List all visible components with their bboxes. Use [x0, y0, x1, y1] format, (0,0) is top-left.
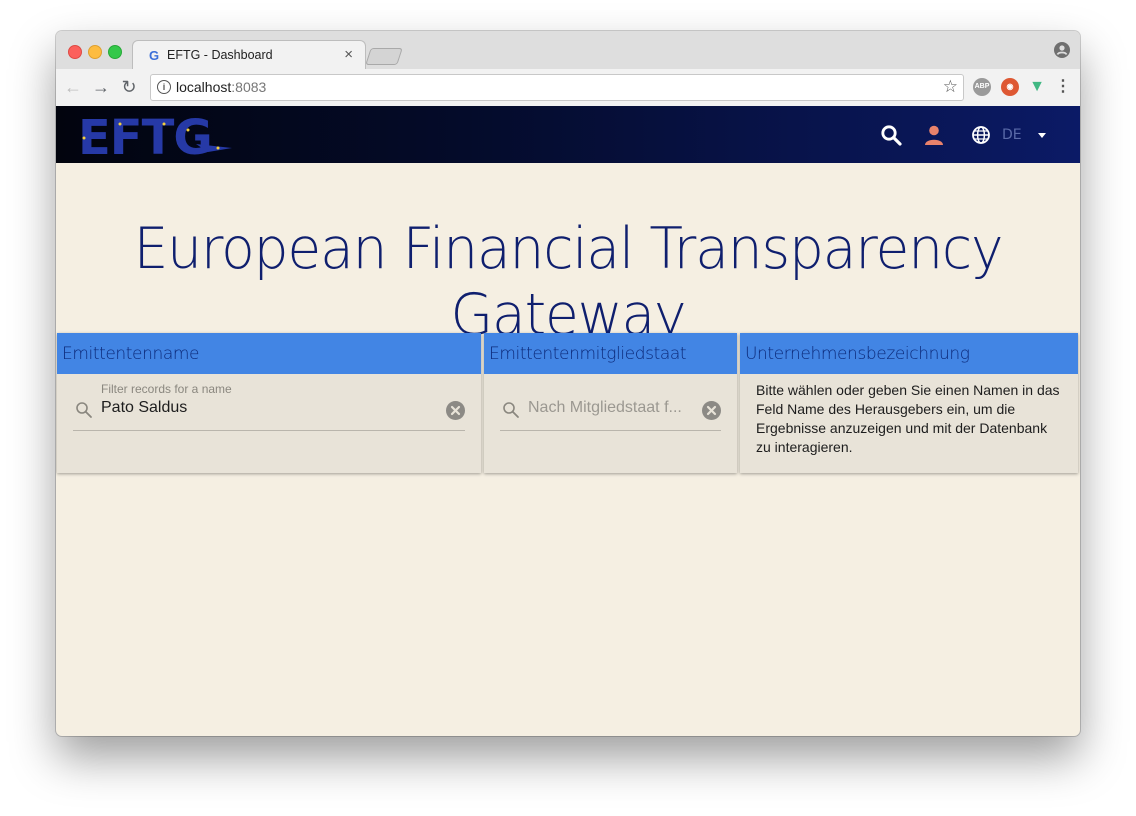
forward-arrow-icon[interactable]: → — [92, 78, 110, 96]
chevron-down-icon[interactable] — [1038, 133, 1046, 138]
browser-toolbar: ← → ↻ i localhost:8083 ☆ ABP ◉ ▼ ⋮ — [56, 69, 1080, 107]
close-window-button[interactable] — [68, 45, 82, 59]
member-state-search-field[interactable]: Nach Mitgliedstaat f... — [500, 377, 721, 431]
company-name-message: Bitte wählen oder geben Sie einen Namen … — [756, 382, 1060, 455]
back-arrow-icon[interactable]: ← — [64, 78, 82, 96]
page-title: European Financial Transparency Gateway — [133, 216, 1004, 348]
tab-close-icon[interactable]: × — [344, 46, 353, 64]
issuer-member-state-header: Emittentenmitgliedstaat — [484, 333, 737, 374]
info-icon[interactable]: i — [157, 80, 171, 94]
issuer-name-header: Emittentenname — [57, 333, 481, 374]
profile-icon[interactable] — [1054, 42, 1070, 58]
browser-window: G EFTG - Dashboard × ← → ↻ i localhost:8… — [56, 31, 1080, 736]
company-name-panel: Unternehmensbezeichnung Bitte wählen ode… — [740, 333, 1078, 473]
url-text[interactable]: localhost:8083 — [176, 79, 266, 95]
issuer-name-input[interactable]: Pato Saldus — [101, 399, 187, 417]
logo-text: EFTG — [78, 112, 212, 158]
language-code[interactable]: DE — [1002, 127, 1022, 143]
issuer-name-search-field[interactable]: Filter records for a name Pato Saldus — [73, 377, 465, 431]
title-bar: G EFTG - Dashboard × — [56, 31, 1080, 71]
search-icon — [76, 402, 92, 418]
bookmark-star-icon[interactable]: ☆ — [943, 77, 958, 97]
browser-tab[interactable]: G EFTG - Dashboard × — [132, 40, 366, 71]
issuer-name-panel: Emittentenname Filter records for a name… — [57, 333, 481, 473]
favicon-icon: G — [148, 48, 160, 63]
issuer-member-state-panel: Emittentenmitgliedstaat Nach Mitgliedsta… — [484, 333, 737, 473]
clear-icon[interactable] — [702, 401, 721, 420]
clear-icon[interactable] — [446, 401, 465, 420]
url-host: localhost — [176, 79, 232, 95]
minimize-window-button[interactable] — [88, 45, 102, 59]
search-icon — [503, 402, 519, 418]
reload-icon[interactable]: ↻ — [120, 78, 138, 96]
vue-devtools-icon[interactable]: ▼ — [1028, 78, 1046, 96]
globe-icon[interactable] — [970, 124, 992, 146]
address-bar[interactable]: i localhost:8083 ☆ — [150, 74, 964, 101]
field-label: Filter records for a name — [101, 382, 232, 396]
abp-icon[interactable]: ABP — [973, 78, 991, 96]
new-tab-button[interactable] — [365, 48, 403, 65]
maximize-window-button[interactable] — [108, 45, 122, 59]
search-icon[interactable] — [880, 124, 902, 146]
app-header: EFTG DE — [56, 106, 1080, 163]
eftg-logo[interactable]: EFTG — [76, 112, 236, 158]
member-state-input[interactable]: Nach Mitgliedstaat f... — [528, 399, 682, 417]
url-port: :8083 — [231, 79, 267, 95]
duckduckgo-icon[interactable]: ◉ — [1001, 78, 1019, 96]
company-name-header: Unternehmensbezeichnung — [740, 333, 1078, 374]
tab-title: EFTG - Dashboard — [167, 48, 273, 62]
user-icon[interactable] — [923, 124, 945, 146]
menu-icon[interactable]: ⋮ — [1054, 78, 1072, 96]
